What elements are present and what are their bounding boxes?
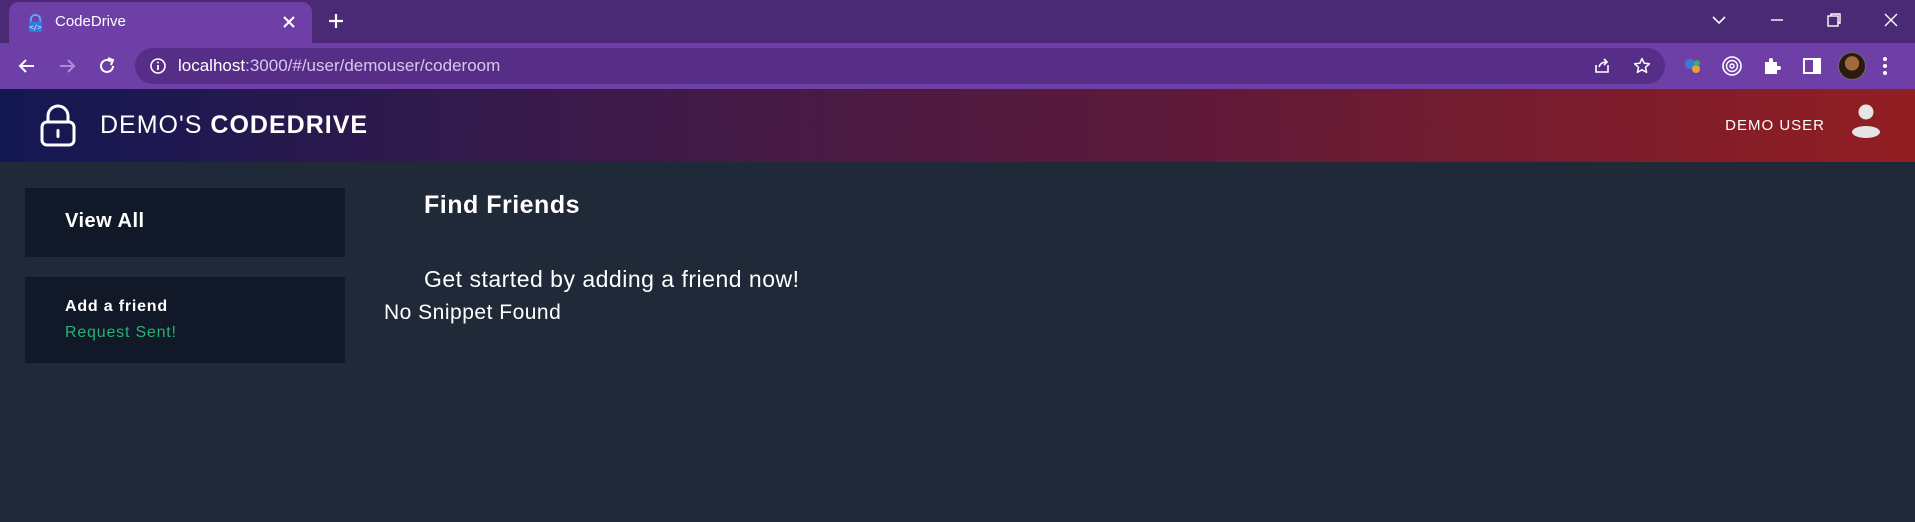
browser-tab-strip: </> CodeDrive [0,0,1915,43]
svg-text:</>: </> [30,24,42,32]
brand-prefix: DEMO'S [100,111,203,139]
extension-colorful-icon[interactable] [1682,55,1704,77]
extensions-puzzle-icon[interactable] [1761,55,1783,77]
user-name-label[interactable]: DEMO USER [1725,117,1825,134]
user-avatar-icon[interactable] [1850,103,1882,139]
share-icon[interactable] [1592,56,1612,76]
browser-tab[interactable]: </> CodeDrive [9,2,312,43]
brand-name: CODEDRIVE [210,111,369,139]
back-arrow-icon[interactable] [16,55,38,77]
view-all-button[interactable]: View All [25,188,345,257]
fingerprint-extension-icon[interactable] [1721,55,1743,77]
empty-friends-message: Get started by adding a friend now! [424,266,800,292]
forward-arrow-icon[interactable] [56,55,78,77]
profile-avatar[interactable] [1838,52,1866,80]
app-header: DEMO'S CODEDRIVE DEMO USER [0,89,1915,162]
close-window-icon[interactable] [1881,10,1901,30]
brand-title[interactable]: DEMO'S CODEDRIVE [100,111,368,140]
browser-toolbar: localhost:3000/#/user/demouser/coderoom [0,43,1915,89]
url-path: :3000/#/user/demouser/coderoom [245,56,501,75]
close-tab-icon[interactable] [280,13,298,31]
address-bar[interactable]: localhost:3000/#/user/demouser/coderoom [135,48,1665,84]
view-all-label: View All [65,210,145,232]
codedrive-favicon-icon: </> [28,14,43,33]
site-info-icon[interactable] [149,57,167,75]
tab-search-chevron-icon[interactable] [1709,10,1729,30]
restore-window-icon[interactable] [1824,10,1844,30]
url-host: localhost [178,56,246,75]
new-tab-plus-icon[interactable] [326,11,346,31]
url-text: localhost:3000/#/user/demouser/coderoom [178,56,500,76]
minimize-icon[interactable] [1767,10,1787,30]
lock-logo-icon[interactable] [38,103,78,147]
tab-title: CodeDrive [55,13,126,30]
chrome-menu-icon[interactable] [1881,55,1889,77]
friend-request-status: Request Sent! [65,324,177,341]
friend-card[interactable]: Add a friend Request Sent! [25,277,345,363]
page-title: Find Friends [424,191,580,219]
reload-icon[interactable] [96,55,118,77]
side-panel-icon[interactable] [1801,55,1823,77]
friend-card-title: Add a friend [65,298,168,315]
bookmark-star-icon[interactable] [1632,56,1652,76]
no-snippet-message: No Snippet Found [384,301,562,324]
